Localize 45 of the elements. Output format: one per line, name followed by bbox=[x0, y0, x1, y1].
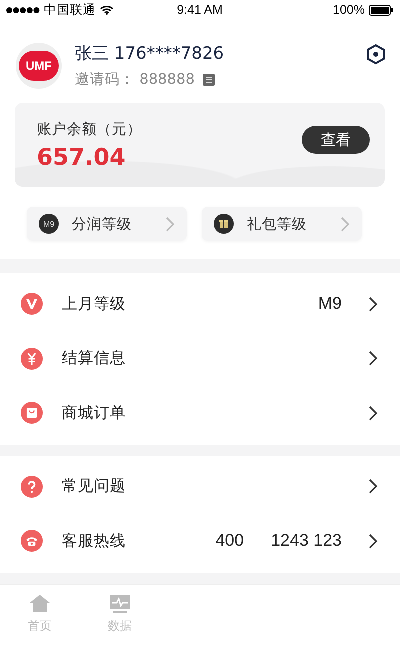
signal-icon bbox=[6, 6, 40, 14]
bag-icon bbox=[21, 402, 43, 424]
menu-value: 400 bbox=[216, 531, 244, 552]
home-icon bbox=[29, 592, 51, 614]
chevron-icon bbox=[369, 406, 378, 421]
menu-label: 商城订单 bbox=[62, 402, 127, 424]
gift-icon bbox=[214, 214, 234, 234]
level-button[interactable]: M9 分润等级 bbox=[27, 207, 187, 241]
chevron-icon bbox=[369, 534, 378, 549]
battery-icon bbox=[369, 4, 394, 16]
user-name: 张三 176****7826 bbox=[75, 43, 226, 65]
menu-item[interactable]: 结算信息 bbox=[0, 332, 400, 386]
menu-item[interactable]: 客服热线 400 1243 123 bbox=[0, 514, 400, 568]
menu-value: 1243 123 bbox=[271, 531, 342, 552]
level-button[interactable]: 礼包等级 bbox=[202, 207, 362, 241]
menu-label: 常见问题 bbox=[62, 476, 127, 498]
battery-percent: 100% bbox=[333, 3, 365, 17]
copy-icon[interactable] bbox=[202, 74, 215, 86]
chevron-icon bbox=[369, 296, 378, 312]
yen-icon bbox=[21, 348, 43, 370]
phone-icon bbox=[21, 530, 43, 552]
settings-icon[interactable] bbox=[366, 44, 386, 66]
avatar-logo: UMF bbox=[19, 50, 59, 80]
menu-item[interactable]: 常见问题 bbox=[0, 460, 400, 514]
menu-value: M9 bbox=[318, 294, 342, 314]
chart-monitor-icon bbox=[109, 592, 131, 614]
balance-amount: 657.04 bbox=[37, 144, 126, 170]
view-button[interactable]: 查看 bbox=[302, 126, 370, 154]
chevron-icon bbox=[166, 216, 175, 232]
chevron-icon bbox=[341, 216, 350, 232]
wifi-icon bbox=[100, 5, 114, 15]
balance-label: 账户余额（元） bbox=[37, 120, 142, 138]
v-icon bbox=[21, 293, 43, 316]
menu-item[interactable]: 上月等级 M9 bbox=[0, 277, 400, 332]
chevron-icon bbox=[369, 351, 378, 366]
menu-label: 上月等级 bbox=[62, 294, 127, 315]
menu-label: 客服热线 bbox=[62, 530, 127, 552]
level-badge: M9 bbox=[39, 214, 59, 234]
clock-time: 9:41 AM bbox=[177, 3, 223, 17]
menu-label: 结算信息 bbox=[62, 348, 127, 370]
carrier-name: 中国联通 bbox=[44, 2, 96, 18]
invite-code: 邀请码： 888888 bbox=[75, 71, 195, 89]
question-icon bbox=[21, 476, 43, 498]
menu-item[interactable]: 商城订单 bbox=[0, 386, 400, 440]
chevron-icon bbox=[369, 479, 378, 494]
